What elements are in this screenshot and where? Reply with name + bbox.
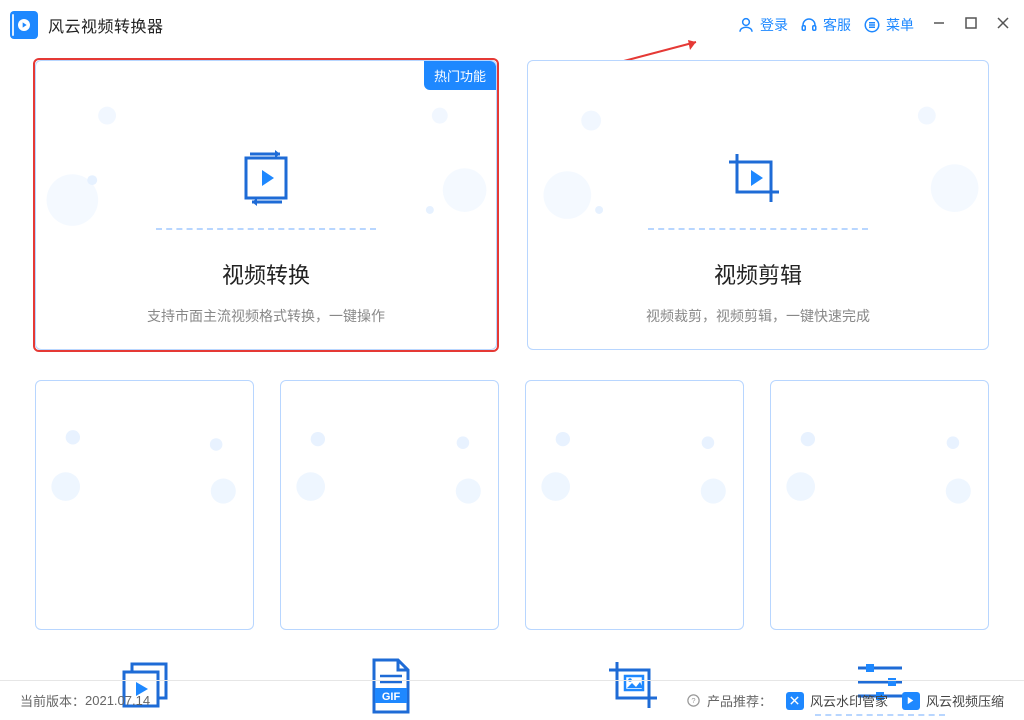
card-desc: 支持市面主流视频格式转换，一键操作: [147, 306, 385, 326]
card-video-merge[interactable]: 视频合并 多种格式视频合并: [35, 380, 254, 630]
menu-button[interactable]: 菜单: [863, 15, 914, 35]
recommend-label-2: 风云视频压缩: [926, 691, 1004, 710]
card-decor: [536, 399, 733, 628]
divider: [648, 228, 868, 230]
window-close-button[interactable]: [996, 16, 1010, 35]
card-video-edit[interactable]: 视频剪辑 视频裁剪，视频剪辑，一键快速完成: [527, 60, 989, 350]
watermark-app-icon: [786, 692, 804, 710]
titlebar: 风云视频转换器 登录 客服 菜单: [0, 0, 1024, 50]
top-row: 热门功能 视频转换 支持市面主流视频格式转换，一键操作 视频剪辑 视频裁剪，视频…: [35, 60, 989, 350]
bottom-row: 视频合并 多种格式视频合并 GIF 视频转GIF 多种视频格式转换成GIF 视频…: [35, 380, 989, 630]
card-decor: [46, 399, 243, 628]
card-video-optimize[interactable]: 视频优化 视频添加配乐，视频旋转: [770, 380, 989, 630]
card-video-screenshot[interactable]: 视频截图 精确定位视频，获取截图: [525, 380, 744, 630]
user-icon: [737, 16, 755, 34]
recommend-label: ? 产品推荐：: [686, 691, 772, 710]
app-title: 风云视频转换器: [48, 13, 164, 37]
content-area: 热门功能 视频转换 支持市面主流视频格式转换，一键操作 视频剪辑 视频裁剪，视频…: [0, 50, 1024, 630]
window-minimize-button[interactable]: [932, 16, 946, 35]
card-title: 视频剪辑: [714, 258, 802, 290]
window-controls: [932, 16, 1010, 35]
card-video-gif[interactable]: GIF 视频转GIF 多种视频格式转换成GIF: [280, 380, 499, 630]
card-title: 视频转换: [222, 258, 310, 290]
app-logo-icon: [10, 11, 38, 39]
card-video-convert[interactable]: 热门功能 视频转换 支持市面主流视频格式转换，一键操作: [35, 60, 497, 350]
recommend-item-compress[interactable]: 风云视频压缩: [902, 691, 1004, 710]
window-maximize-button[interactable]: [964, 16, 978, 35]
menu-label: 菜单: [886, 15, 914, 35]
login-button[interactable]: 登录: [737, 15, 788, 35]
svg-text:?: ?: [691, 696, 695, 705]
menu-icon: [863, 16, 881, 34]
recommend-label-1: 风云水印管家: [810, 691, 888, 710]
headset-icon: [800, 16, 818, 34]
footer-bar: 当前版本： 2021.07.14 ? 产品推荐： 风云水印管家 风云视频压缩: [0, 680, 1024, 720]
login-label: 登录: [760, 15, 788, 35]
support-button[interactable]: 客服: [800, 15, 851, 35]
support-label: 客服: [823, 15, 851, 35]
convert-icon: [236, 138, 296, 218]
help-icon: ?: [686, 693, 701, 708]
version-label: 当前版本：: [20, 691, 85, 710]
crop-icon: [725, 138, 791, 218]
card-decor: [291, 399, 488, 628]
card-desc: 视频裁剪，视频剪辑，一键快速完成: [646, 306, 870, 326]
compress-app-icon: [902, 692, 920, 710]
recommend-item-watermark[interactable]: 风云水印管家: [786, 691, 888, 710]
card-decor: [781, 399, 978, 628]
divider: [156, 228, 376, 230]
hot-badge: 热门功能: [424, 61, 496, 90]
version-value: 2021.07.14: [85, 693, 150, 708]
